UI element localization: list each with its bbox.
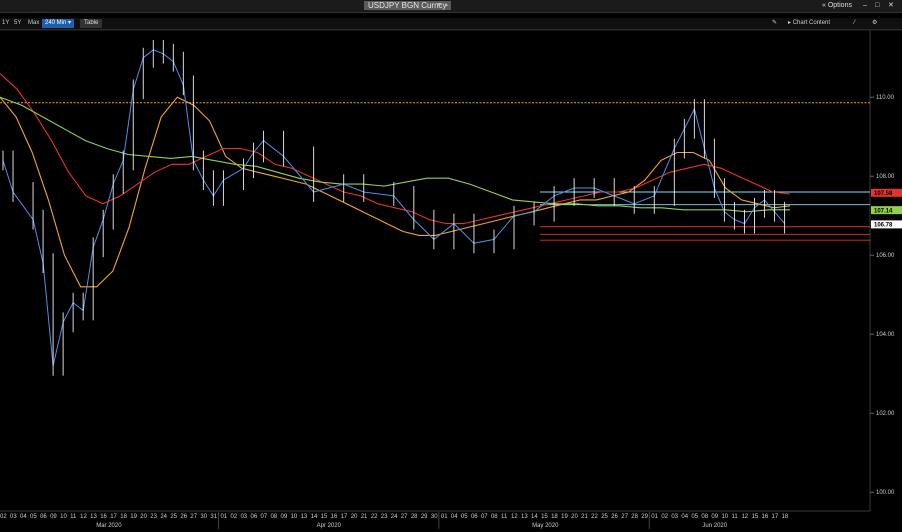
x-tick-label: 08 bbox=[491, 514, 498, 520]
x-tick-label: 01 bbox=[651, 514, 658, 520]
moving-average-line-1 bbox=[0, 73, 791, 225]
x-tick-label: 04 bbox=[451, 514, 458, 520]
x-tick-label: 30 bbox=[200, 514, 207, 520]
x-tick-label: 09 bbox=[711, 514, 718, 520]
x-tick-label: 10 bbox=[291, 514, 298, 520]
y-tick-label: 110.00 bbox=[876, 95, 895, 101]
x-tick-label: 27 bbox=[401, 514, 408, 520]
month-label: Jun 2020 bbox=[702, 523, 727, 529]
x-tick-label: 25 bbox=[170, 514, 177, 520]
x-tick-label: 17 bbox=[341, 514, 348, 520]
x-tick-label: 12 bbox=[80, 514, 87, 520]
price-tag-label: 107.58 bbox=[874, 191, 893, 197]
x-tick-label: 27 bbox=[621, 514, 628, 520]
x-tick-label: 18 bbox=[782, 514, 789, 520]
x-tick-label: 10 bbox=[60, 514, 67, 520]
price-tag-label: 106.78 bbox=[874, 223, 893, 229]
month-label: May 2020 bbox=[532, 523, 559, 529]
x-tick-label: 05 bbox=[30, 514, 37, 520]
x-tick-label: 02 bbox=[230, 514, 237, 520]
price-chart[interactable]: 110.00 108.00 106.00 104.00 102.00 100.00 107… bbox=[0, 0, 902, 532]
x-tick-label: 11 bbox=[731, 514, 738, 520]
x-tick-label: 09 bbox=[281, 514, 288, 520]
price-tag-label: 107.14 bbox=[874, 208, 893, 214]
y-tick-label: 102.00 bbox=[876, 411, 895, 417]
x-tick-label: 11 bbox=[501, 514, 508, 520]
x-tick-label: 12 bbox=[511, 514, 518, 520]
x-tick-label: 21 bbox=[581, 514, 588, 520]
x-tick-label: 16 bbox=[762, 514, 769, 520]
x-tick-label: 21 bbox=[361, 514, 368, 520]
x-tick-label: 13 bbox=[90, 514, 97, 520]
x-tick-label: 02 bbox=[661, 514, 668, 520]
x-tick-label: 07 bbox=[481, 514, 488, 520]
x-tick-label: 29 bbox=[421, 514, 428, 520]
x-tick-label: 04 bbox=[681, 514, 688, 520]
x-tick-label: 23 bbox=[150, 514, 157, 520]
x-tick-label: 23 bbox=[381, 514, 388, 520]
month-label: Apr 2020 bbox=[317, 523, 342, 529]
x-tick-label: 26 bbox=[180, 514, 187, 520]
x-tick-label: 18 bbox=[120, 514, 127, 520]
x-tick-label: 04 bbox=[20, 514, 27, 520]
x-tick-label: 20 bbox=[140, 514, 147, 520]
x-tick-label: 25 bbox=[601, 514, 608, 520]
x-tick-label: 08 bbox=[271, 514, 278, 520]
x-tick-label: 12 bbox=[741, 514, 748, 520]
x-tick-label: 01 bbox=[441, 514, 448, 520]
y-tick-label: 104.00 bbox=[876, 332, 895, 338]
x-tick-label: 11 bbox=[70, 514, 77, 520]
moving-averages bbox=[0, 73, 791, 288]
x-tick-label: 03 bbox=[671, 514, 678, 520]
x-tick-label: 20 bbox=[351, 514, 358, 520]
x-tick-label: 28 bbox=[411, 514, 418, 520]
x-tick-label: 05 bbox=[691, 514, 698, 520]
x-tick-label: 26 bbox=[611, 514, 618, 520]
x-tick-label: 10 bbox=[721, 514, 728, 520]
y-tick-label: 100.00 bbox=[876, 490, 895, 496]
x-tick-label: 16 bbox=[100, 514, 107, 520]
x-tick-label: 05 bbox=[461, 514, 468, 520]
x-tick-label: 13 bbox=[301, 514, 308, 520]
x-tick-label: 22 bbox=[371, 514, 378, 520]
price-tags: 107.58 107.14 106.78 bbox=[871, 188, 902, 229]
x-tick-label: 06 bbox=[251, 514, 258, 520]
y-axis-ticks: 110.00 108.00 106.00 104.00 102.00 100.00 bbox=[870, 95, 895, 496]
x-tick-label: 27 bbox=[190, 514, 197, 520]
x-tick-label: 02 bbox=[0, 514, 7, 520]
x-tick-label: 14 bbox=[531, 514, 538, 520]
x-axis-ticks: 02 03 04 05 06 09 10 11 12 13 16 17 18 19 20 23 24 25 26 27… bbox=[0, 514, 789, 520]
x-tick-label: 19 bbox=[130, 514, 137, 520]
x-tick-label: 15 bbox=[321, 514, 328, 520]
x-tick-label: 17 bbox=[110, 514, 117, 520]
x-tick-label: 06 bbox=[471, 514, 478, 520]
x-tick-label: 13 bbox=[521, 514, 528, 520]
x-tick-label: 03 bbox=[10, 514, 17, 520]
x-tick-label: 01 bbox=[220, 514, 227, 520]
x-tick-label: 15 bbox=[541, 514, 548, 520]
horizontal-lines bbox=[0, 102, 870, 241]
x-tick-label: 22 bbox=[591, 514, 598, 520]
x-tick-label: 29 bbox=[641, 514, 648, 520]
x-tick-label: 24 bbox=[391, 514, 398, 520]
x-tick-label: 20 bbox=[571, 514, 578, 520]
x-tick-label: 17 bbox=[772, 514, 779, 520]
x-tick-label: 08 bbox=[701, 514, 708, 520]
y-tick-label: 106.00 bbox=[876, 253, 895, 259]
x-tick-label: 03 bbox=[240, 514, 247, 520]
x-tick-label: 24 bbox=[160, 514, 167, 520]
x-tick-label: 30 bbox=[431, 514, 438, 520]
y-tick-label: 108.00 bbox=[876, 174, 895, 180]
x-tick-label: 19 bbox=[561, 514, 568, 520]
x-tick-label: 14 bbox=[311, 514, 318, 520]
month-label: Mar 2020 bbox=[96, 523, 122, 529]
x-tick-label: 31 bbox=[210, 514, 217, 520]
x-tick-label: 09 bbox=[50, 514, 57, 520]
x-tick-label: 16 bbox=[331, 514, 338, 520]
x-tick-label: 18 bbox=[551, 514, 558, 520]
x-tick-label: 15 bbox=[752, 514, 759, 520]
x-tick-label: 07 bbox=[261, 514, 268, 520]
x-tick-label: 06 bbox=[40, 514, 47, 520]
x-tick-label: 28 bbox=[631, 514, 638, 520]
